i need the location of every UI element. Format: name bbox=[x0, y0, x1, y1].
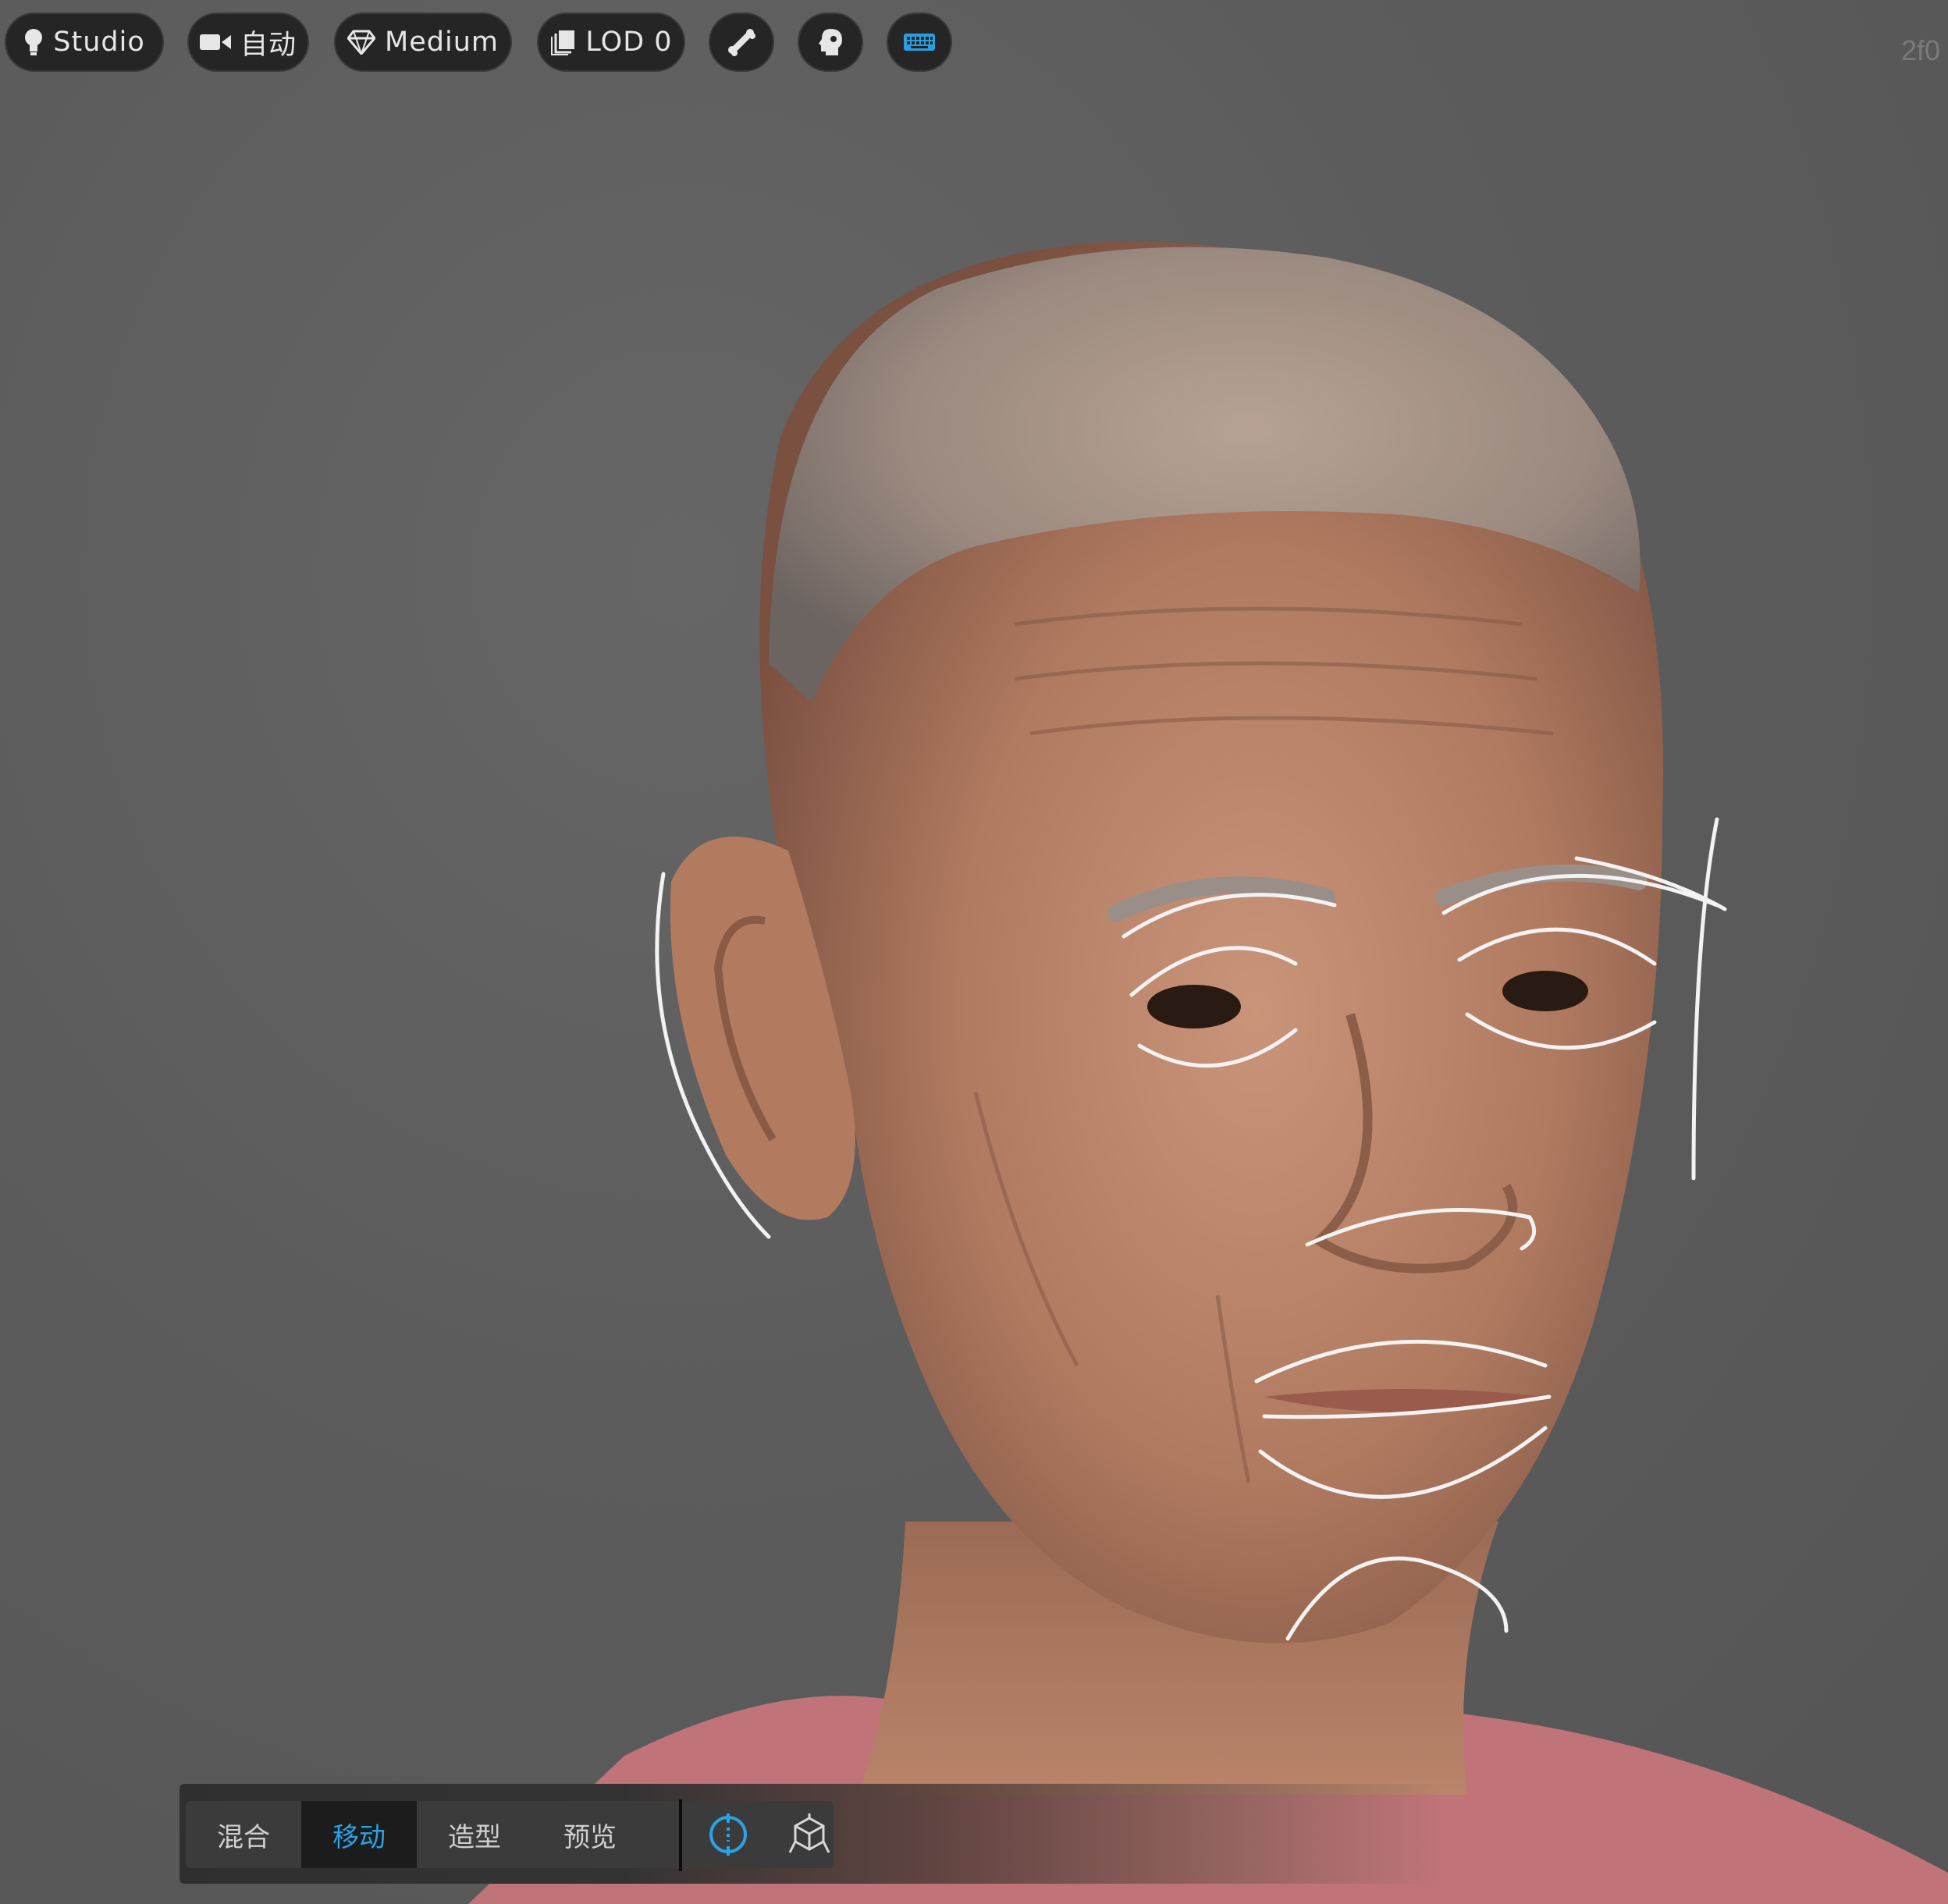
lod-button[interactable]: LOD 0 bbox=[537, 12, 685, 72]
lighting-preset-button[interactable]: Studio bbox=[5, 12, 164, 72]
right-eye bbox=[1502, 971, 1588, 1011]
camera-mode-label: 自动 bbox=[240, 29, 297, 61]
lighting-preset-label: Studio bbox=[53, 27, 145, 58]
head-view-button[interactable] bbox=[798, 12, 863, 72]
bone-icon bbox=[727, 28, 755, 56]
layers-icon bbox=[549, 29, 576, 55]
keyboard-icon bbox=[903, 32, 936, 52]
cube-transform-icon[interactable] bbox=[787, 1812, 832, 1857]
mode-divider bbox=[679, 1799, 682, 1871]
gizmo-circle-icon[interactable] bbox=[706, 1812, 751, 1857]
quality-button[interactable]: Medium bbox=[334, 12, 512, 72]
left-eye bbox=[1147, 985, 1241, 1028]
keyboard-shortcuts-button[interactable] bbox=[887, 12, 952, 72]
quality-label: Medium bbox=[385, 27, 499, 58]
lod-label: LOD 0 bbox=[585, 27, 673, 58]
3d-viewport[interactable]: Studio 自动 Medium LOD 0 2f0 混合 移动 造型 预览 bbox=[0, 0, 1948, 1904]
camera-mode-button[interactable]: 自动 bbox=[187, 12, 309, 72]
skeleton-toggle-button[interactable] bbox=[709, 12, 774, 72]
character-head-render[interactable] bbox=[0, 0, 1948, 1904]
video-camera-icon bbox=[199, 32, 231, 52]
tab-blend[interactable]: 混合 bbox=[186, 1801, 301, 1868]
tab-preview[interactable]: 预览 bbox=[532, 1801, 648, 1868]
head-icon bbox=[816, 27, 844, 57]
tab-move[interactable]: 移动 bbox=[301, 1801, 417, 1868]
diamond-icon bbox=[347, 30, 376, 55]
lightbulb-icon bbox=[23, 28, 44, 56]
mode-toolbar: 混合 移动 造型 预览 bbox=[180, 1784, 1444, 1884]
watermark-text: 2f0 bbox=[1901, 34, 1941, 66]
tab-sculpt[interactable]: 造型 bbox=[417, 1801, 532, 1868]
